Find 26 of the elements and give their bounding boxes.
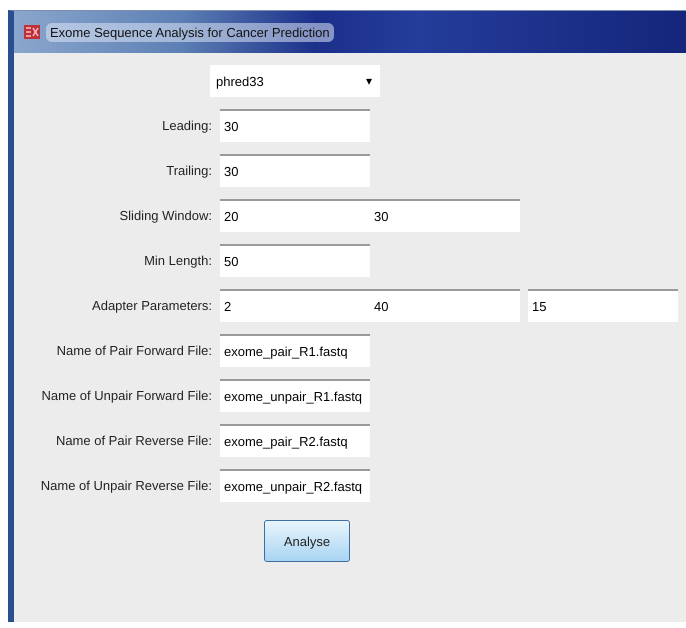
app-icon <box>24 25 40 39</box>
field-label: Leading: <box>161 118 212 133</box>
input-field[interactable]: exome_pair_R2.fastq <box>220 424 370 457</box>
field-label: Adapter Parameters: <box>91 298 212 313</box>
field-label: Min Length: <box>143 253 212 268</box>
window-title: Exome Sequence Analysis for Cancer Prediction <box>46 22 334 42</box>
input-field[interactable]: 40 <box>370 289 520 322</box>
input-field[interactable]: 2 <box>220 289 370 322</box>
input-field[interactable]: 20 <box>220 199 370 232</box>
input-field[interactable]: 30 <box>220 109 370 142</box>
input-field[interactable]: exome_pair_R1.fastq <box>220 334 370 367</box>
input-field[interactable]: 30 <box>220 154 370 187</box>
format-dropdown[interactable]: phred33 ▾ <box>210 65 380 97</box>
input-field[interactable]: 15 <box>528 289 678 322</box>
field-label: Name of Pair Reverse File: <box>54 433 212 448</box>
input-field[interactable]: exome_unpair_R1.fastq <box>220 379 370 412</box>
input-field[interactable]: 50 <box>220 244 370 277</box>
analyse-button[interactable]: Analyse <box>264 520 350 562</box>
input-field[interactable]: exome_unpair_R2.fastq <box>220 469 370 502</box>
field-label: Name of Unpair Reverse File: <box>40 478 212 493</box>
input-field[interactable]: 30 <box>370 199 520 232</box>
field-label: Name of Pair Forward File: <box>56 343 212 358</box>
field-label: Name of Unpair Forward File: <box>40 388 212 403</box>
field-label: Trailing: <box>165 163 212 178</box>
field-label: Sliding Window: <box>118 208 212 223</box>
dropdown-arrow-icon[interactable]: ▾ <box>366 74 372 88</box>
